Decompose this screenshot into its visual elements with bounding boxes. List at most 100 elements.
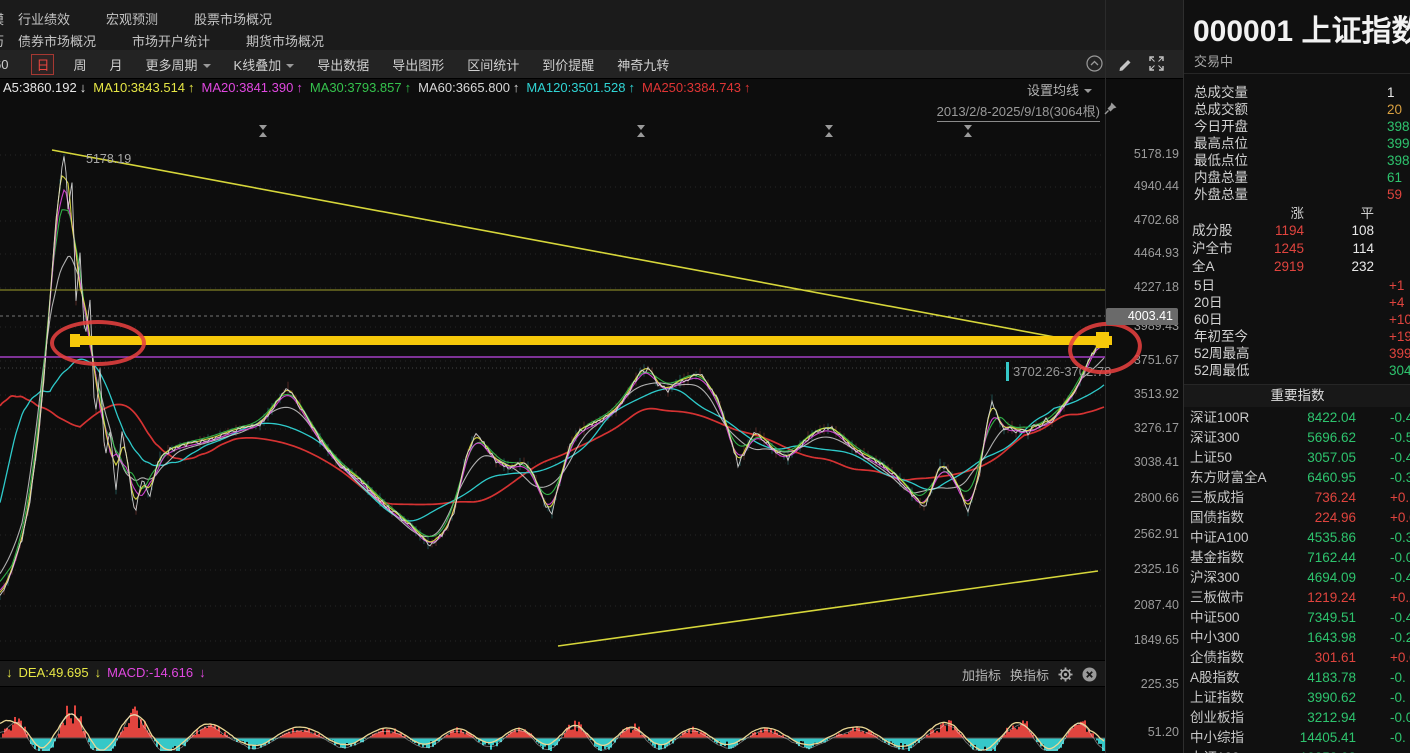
divider [1184,73,1410,74]
toolbar-button[interactable]: 区间统计 [467,55,519,74]
index-row[interactable]: 中证A100 4535.86 -0.3 [1184,528,1410,548]
index-name: 中小300 [1190,628,1240,648]
index-row[interactable]: 三板成指 736.24 +0. [1184,488,1410,508]
add-indicator-button[interactable]: 加指标 [962,665,1001,684]
index-name: 三板成指 [1190,488,1244,508]
ma-value: MA60:3665.800↑ [418,80,519,95]
index-row[interactable]: 中小300 1643.98 -0.2 [1184,628,1410,648]
close-indicator-icon[interactable] [1082,667,1097,682]
ma-label: MA20:3841.390 [202,80,294,95]
index-row[interactable]: 沪深300 4694.09 -0.4 [1184,568,1410,588]
switch-indicator-button[interactable]: 换指标 [1010,665,1049,684]
toolbar-button[interactable]: 更多周期 [146,55,211,74]
index-row[interactable]: 企债指数 301.61 +0.0 [1184,648,1410,668]
stat-value: 59 [1387,186,1402,203]
menu-item-clipped[interactable]: 历 [0,31,4,50]
index-name: 上证50 [1190,448,1232,468]
stat-value: 1 [1387,84,1395,101]
index-row[interactable]: 上证100 10258.98 [1184,748,1410,753]
index-row[interactable]: 东方财富全A 6460.95 -0.3 [1184,468,1410,488]
breadth-header-up: 涨 [1242,206,1304,222]
indicator-value: ↓ [6,665,13,680]
index-row[interactable]: 深证100R 8422.04 -0.4 [1184,408,1410,428]
stat-value: 399 [1387,135,1410,152]
index-value: 1219.24 [1270,588,1356,608]
ma-values-bar: A5:3860.192↓ MA10:3843.514↑ MA20:3841.39… [3,80,750,95]
ma-label: MA10:3843.514 [93,80,185,95]
index-value: 4694.09 [1270,568,1356,588]
index-row[interactable]: 深证300 5696.62 -0.5 [1184,428,1410,448]
index-name: 深证100R [1190,408,1249,428]
toolbar-button[interactable]: 60 [0,57,8,72]
toolbar-button[interactable]: 神奇九转 [617,55,669,74]
ma-trend-arrow: ↓ [80,80,87,95]
ma-settings-button[interactable]: 设置均线 [1027,80,1092,99]
index-row[interactable]: 上证指数 3990.62 -0. [1184,688,1410,708]
period-returns: 5日 +1 20日 +4 60日 +10 年初至今 +19 52周最高 399 … [1184,277,1410,379]
ma-value: MA20:3841.390↑ [202,80,303,95]
index-name: 东方财富全A [1190,468,1267,488]
menu-item[interactable]: 期货市场概况 [246,31,324,50]
indices-list: 深证100R 8422.04 -0.4 深证300 5696.62 -0.5 上… [1184,408,1410,753]
stat-row: 今日开盘 398 [1184,118,1410,135]
market-status: 交易中 [1194,51,1233,70]
period-value: +4 [1389,294,1404,311]
annotation-ellipse-left[interactable] [50,320,146,366]
toolbar-button[interactable]: 日 [31,54,54,75]
index-row[interactable]: 三板做市 1219.24 +0.2 [1184,588,1410,608]
peak-price-label: 5178.19 [86,152,131,166]
menu-item-clipped[interactable]: 模 [0,9,4,28]
macd-pane-canvas[interactable] [0,685,1105,753]
toolbar-button[interactable]: 周 [73,55,86,74]
index-row[interactable]: 中证500 7349.51 -0.4 [1184,608,1410,628]
axis-tick-label: 2325.16 [1109,562,1179,576]
menu-item[interactable]: 行业绩效 [18,9,70,28]
index-row[interactable]: 国债指数 224.96 +0.0 [1184,508,1410,528]
menu-item[interactable]: 宏观预测 [106,9,158,28]
index-row[interactable]: 创业板指 3212.94 -0.0 [1184,708,1410,728]
index-name: 中证500 [1190,608,1240,628]
index-change: -0.5 [1390,428,1410,448]
pin-icon[interactable] [1103,101,1118,116]
stat-label: 总成交量 [1194,85,1248,100]
drawn-horizontal-band[interactable] [72,336,1112,345]
axis-tick-label: 2562.91 [1109,527,1179,541]
breadth-row: 沪全市 1245 114 [1184,240,1410,258]
gear-icon[interactable] [1058,667,1073,682]
date-range-link[interactable]: 2013/2/8-2025/9/18(3064根) [937,101,1100,122]
toolbar-button[interactable]: 月 [110,55,123,74]
collapse-circle-icon[interactable] [1086,55,1103,72]
index-name: 企债指数 [1190,648,1244,668]
index-value: 3057.05 [1270,448,1356,468]
index-row[interactable]: A股指数 4183.78 -0. [1184,668,1410,688]
menu-row-1: 行业绩效 宏观预测 股票市场概况 [18,9,272,28]
main-chart-canvas[interactable] [0,78,1105,660]
toolbar-button[interactable]: 到价提醒 [542,55,594,74]
index-row[interactable]: 上证50 3057.05 -0.4 [1184,448,1410,468]
ma-value: MA10:3843.514↑ [93,80,194,95]
toolbar-button[interactable]: 导出图形 [392,55,444,74]
breadth-table: 涨 平 成分股 1194 108 沪全市 1245 114 全A 2919 [1184,206,1410,276]
index-row[interactable]: 基金指数 7162.44 -0.0 [1184,548,1410,568]
index-name: 创业板指 [1190,708,1244,728]
stat-row: 内盘总量 61 [1184,169,1410,186]
menu-item[interactable]: 股票市场概况 [194,9,272,28]
menu-item[interactable]: 市场开户统计 [132,31,210,50]
indicator-values: ↓DEA:49.695↓MACD:-14.616↓ [6,665,206,680]
period-value: +19 [1389,328,1410,345]
toolbar-button[interactable]: 导出数据 [317,55,369,74]
toolbar-button[interactable]: K线叠加 [234,55,295,74]
breadth-up-count: 1245 [1242,240,1304,258]
index-value: 736.24 [1270,488,1356,508]
menu-item[interactable]: 债券市场概况 [18,31,96,50]
index-change: +0.2 [1390,588,1410,608]
index-change: -0. [1390,688,1406,708]
ma-trend-arrow: ↑ [296,80,303,95]
index-change: -0.4 [1390,448,1410,468]
stat-label: 总成交额 [1194,102,1248,117]
index-value: 4183.78 [1270,668,1356,688]
ma-label: A5:3860.192 [3,80,77,95]
index-change: -0.3 [1390,468,1410,488]
index-row[interactable]: 中小综指 14405.41 -0. [1184,728,1410,748]
symbol-title: 000001 上证指数 [1193,6,1410,50]
